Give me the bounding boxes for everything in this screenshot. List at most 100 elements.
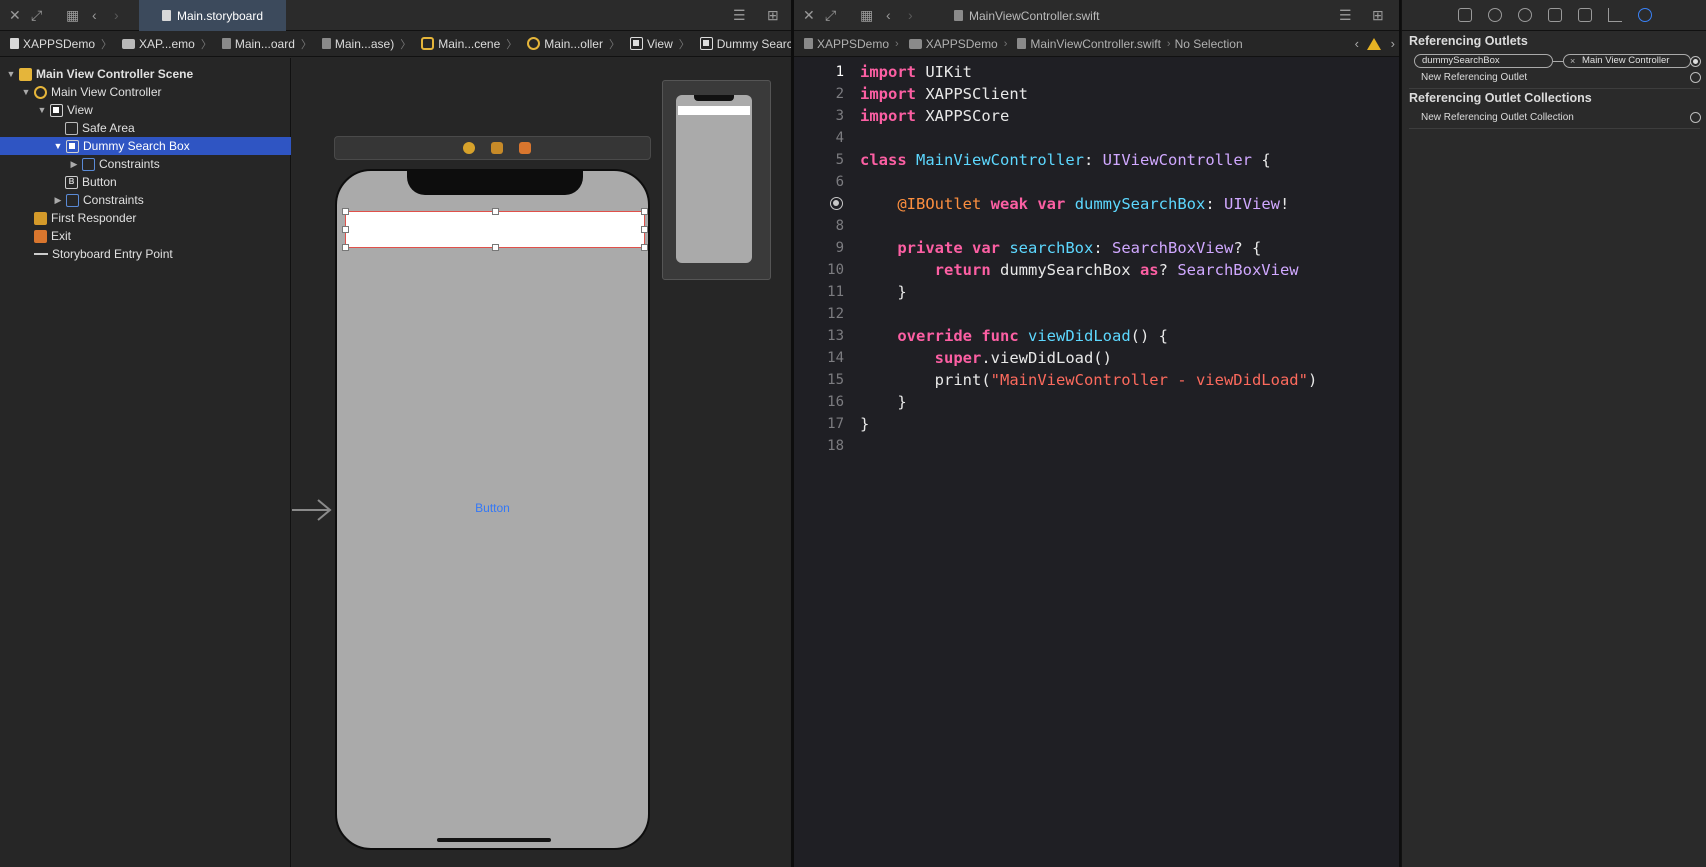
code-line[interactable]: 8 [794,215,1399,237]
outline-row-exit[interactable]: Exit [0,227,291,245]
code-line[interactable]: 14 super.viewDidLoad() [794,347,1399,369]
outline-row-view[interactable]: ▼ View [0,101,291,119]
code-line[interactable]: 13 override func viewDidLoad() { [794,325,1399,347]
breadcrumb-view[interactable]: View [629,37,673,51]
grid-icon[interactable]: ▦ [860,8,873,22]
resize-handle[interactable] [492,244,499,251]
code-line[interactable]: 9 private var searchBox: SearchBoxView? … [794,237,1399,259]
tab-main-view-controller[interactable]: MainViewController.swift [954,0,1100,31]
resize-handle[interactable] [641,208,648,215]
dummy-search-box[interactable] [342,208,648,251]
breadcrumb-view-controller[interactable]: Main...oller [527,37,603,51]
resize-handle[interactable] [342,244,349,251]
exit-icon[interactable] [519,142,531,154]
breadcrumb-dummy-search-box[interactable]: Dummy Search Box [699,37,791,51]
connections-inspector-icon[interactable] [1638,8,1652,22]
close-editor-icon[interactable]: ✕ [9,8,21,22]
code-token: { [1251,151,1271,169]
expand-icon[interactable]: ⤢ [825,8,836,22]
breadcrumb-scene[interactable]: Main...cene [421,37,500,51]
breadcrumb-folder[interactable]: XAP...emo [122,37,195,51]
code-line[interactable]: 5 class MainViewController: UIViewControl… [794,149,1399,171]
chevron-right-icon[interactable]: ▶ [68,159,80,170]
identity-inspector-icon[interactable] [1548,8,1562,22]
add-editor-icon[interactable]: ⊞ [1372,8,1384,22]
forward-arrow-icon[interactable]: › [908,8,913,22]
outline-row-view-controller[interactable]: ▼ Main View Controller [0,83,291,101]
outline-row-constraints-inner[interactable]: ▶ Constraints [0,155,291,173]
view-controller-icon[interactable] [463,142,475,154]
code-line[interactable]: 18 [794,435,1399,457]
breadcrumb-folder[interactable]: XAPPSDemo [908,37,998,51]
editor-options-icon[interactable]: ☰ [733,8,746,22]
new-outlet-circle[interactable] [1690,72,1701,83]
entry-point-arrow[interactable] [292,498,332,522]
canvas-button[interactable]: Button [337,501,648,515]
code-line[interactable]: 4 [794,127,1399,149]
code-token: ? [1158,261,1178,279]
resize-handle[interactable] [641,226,648,233]
breadcrumb-selection[interactable]: No Selection [1175,37,1243,51]
canvas-minimap[interactable] [662,80,771,280]
resize-handle[interactable] [342,226,349,233]
prev-issue-icon[interactable]: ‹ [1355,36,1359,51]
code-line[interactable]: 2 import XAPPSClient [794,83,1399,105]
resize-handle[interactable] [492,208,499,215]
grid-icon[interactable]: ▦ [66,8,79,22]
tab-main-storyboard[interactable]: Main.storyboard [139,0,286,31]
code-line[interactable]: 12 [794,303,1399,325]
file-inspector-icon[interactable] [1458,8,1472,22]
code-line[interactable]: 3 import XAPPSCore [794,105,1399,127]
close-editor-icon[interactable]: ✕ [803,8,815,22]
resize-handle[interactable] [342,208,349,215]
chevron-down-icon[interactable]: ▼ [52,141,64,151]
outline-row-scene[interactable]: ▼ Main View Controller Scene [0,65,291,83]
code-line[interactable]: 17} [794,413,1399,435]
outline-row-button[interactable]: B Button [0,173,291,191]
breadcrumb-project[interactable]: XAPPSDemo [10,37,95,51]
outlet-target-pill[interactable]: × Main View Controller [1563,54,1691,68]
code-line[interactable]: 15 print("MainViewController - viewDidLo… [794,369,1399,391]
breadcrumb-base[interactable]: Main...ase) [321,37,394,51]
chevron-down-icon[interactable]: ▼ [5,69,17,79]
outline-row-safe-area[interactable]: Safe Area [0,119,291,137]
attributes-inspector-icon[interactable] [1578,8,1592,22]
outline-row-entry-point[interactable]: Storyboard Entry Point [0,245,291,263]
chevron-right-icon[interactable]: ▶ [52,195,64,206]
help-inspector-icon[interactable] [1518,8,1532,22]
code-line[interactable]: 1 import UIKit [794,61,1399,83]
back-arrow-icon[interactable]: ‹ [886,8,891,22]
outline-row-first-responder[interactable]: First Responder [0,209,291,227]
source-editor[interactable]: 1 import UIKit 2 import XAPPSClient 3 import … [794,58,1399,867]
outline-row-constraints[interactable]: ▶ Constraints [0,191,291,209]
size-inspector-icon[interactable] [1608,8,1622,22]
remove-connection-icon[interactable]: × [1570,55,1575,67]
history-inspector-icon[interactable] [1488,8,1502,22]
outlet-connected-icon[interactable] [830,197,843,210]
chevron-down-icon[interactable]: ▼ [36,105,48,115]
expand-icon[interactable]: ⤢ [31,8,42,22]
code-line[interactable]: 6 [794,171,1399,193]
chevron-down-icon[interactable]: ▼ [20,87,32,97]
resize-handle[interactable] [641,244,648,251]
add-editor-icon[interactable]: ⊞ [767,8,779,22]
breadcrumb-file[interactable]: MainViewController.swift [1017,37,1161,51]
warning-icon[interactable] [1367,37,1381,50]
first-responder-icon[interactable] [491,142,503,154]
outlet-connection-circle[interactable] [1690,56,1701,67]
forward-arrow-icon[interactable]: › [114,8,119,22]
back-arrow-icon[interactable]: ‹ [92,8,97,22]
outlet-name-pill[interactable]: dummySearchBox [1414,54,1553,68]
entry-point-icon [34,253,48,255]
editor-options-icon[interactable]: ☰ [1339,8,1352,22]
new-collection-circle[interactable] [1690,112,1701,123]
code-token: @IBOutlet [897,195,982,213]
code-line[interactable]: 16 } [794,391,1399,413]
next-issue-icon[interactable]: › [1391,36,1395,51]
breadcrumb-storyboard-file[interactable]: Main...oard [221,37,295,51]
code-line[interactable]: 11 } [794,281,1399,303]
breadcrumb-project[interactable]: XAPPSDemo [804,37,889,51]
code-line[interactable]: @IBOutlet weak var dummySearchBox: UIVie… [794,193,1399,215]
outline-row-dummy-search-box[interactable]: ▼ Dummy Search Box [0,137,291,155]
code-line[interactable]: 10 return dummySearchBox as? SearchBoxVi… [794,259,1399,281]
